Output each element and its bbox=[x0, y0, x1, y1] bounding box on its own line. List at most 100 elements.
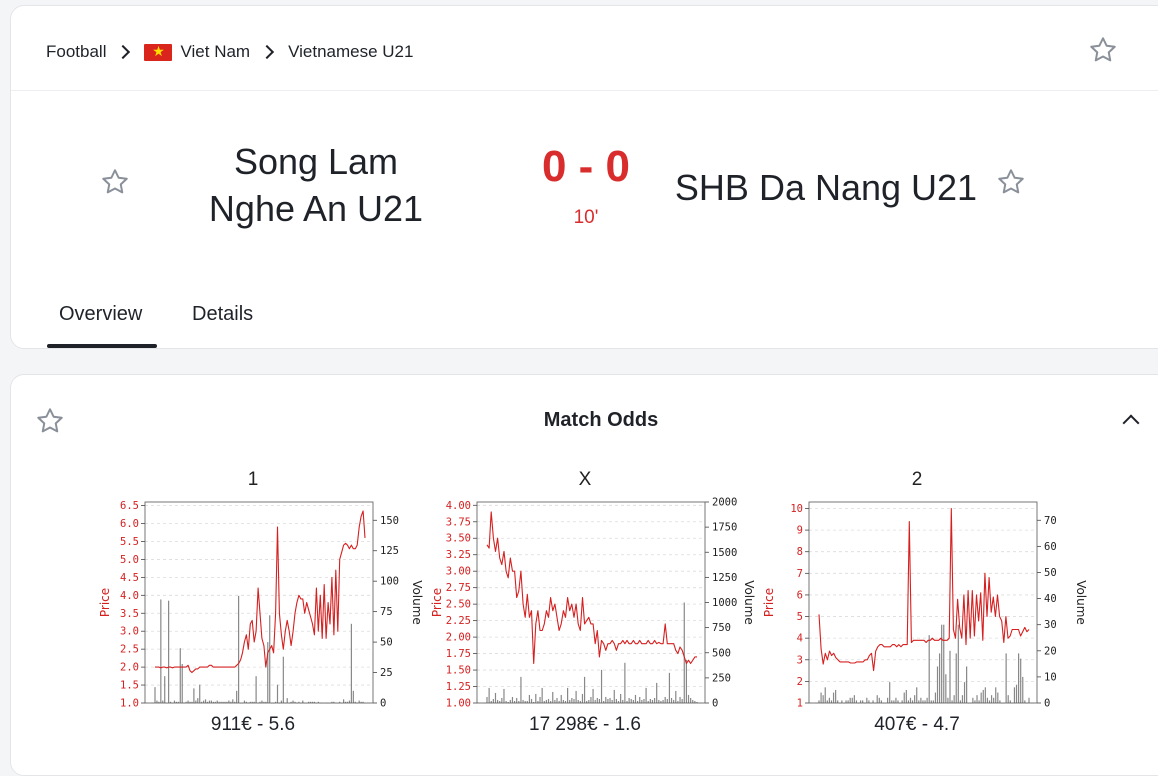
y-axis-label: Price bbox=[430, 588, 444, 617]
header-divider bbox=[11, 90, 1158, 91]
price-volume-chart: 1 2 3 4 5 6 7 8 9 10 0 10 20 30 40 50 60 70 Price Volume bbox=[762, 501, 1088, 710]
volume-bar bbox=[581, 693, 584, 703]
volume-bar bbox=[181, 664, 183, 703]
volume-bar bbox=[639, 696, 641, 703]
volume-bar bbox=[961, 695, 964, 703]
volume-bar bbox=[820, 692, 822, 703]
volume-bar bbox=[887, 697, 889, 703]
breadcrumb-league[interactable]: Vietnamese U21 bbox=[288, 42, 413, 62]
y-tick-label: 3.5 bbox=[120, 608, 139, 620]
volume-bar bbox=[569, 699, 571, 703]
volume-bar bbox=[947, 697, 949, 703]
volume-bar bbox=[573, 698, 575, 703]
volume-bar bbox=[828, 697, 830, 703]
volume-bar bbox=[539, 696, 541, 703]
match-header-card: Football Viet Nam Vietnamese U21 Song La… bbox=[10, 5, 1158, 349]
y2-tick-label: 1750 bbox=[712, 522, 737, 534]
volume-bar bbox=[160, 599, 162, 703]
y-tick-label: 5.0 bbox=[120, 554, 139, 566]
y2-tick-label: 30 bbox=[1044, 619, 1057, 631]
volume-bar bbox=[664, 696, 666, 703]
volume-bar bbox=[503, 688, 505, 703]
y2-tick-label: 0 bbox=[1044, 698, 1050, 710]
volume-bar bbox=[282, 656, 284, 703]
star-outline-icon[interactable] bbox=[996, 167, 1026, 197]
y2-tick-label: 40 bbox=[1044, 593, 1057, 605]
volume-bar bbox=[1018, 653, 1020, 703]
volume-bar bbox=[607, 698, 609, 703]
breadcrumb-country[interactable]: Viet Nam bbox=[180, 42, 250, 62]
volume-bar bbox=[641, 699, 643, 703]
y-tick-label: 3 bbox=[797, 654, 803, 666]
volume-bar bbox=[193, 688, 195, 703]
y-tick-label: 1.25 bbox=[446, 681, 471, 693]
volume-bar bbox=[497, 699, 499, 703]
y-tick-label: 2 bbox=[797, 676, 803, 688]
volume-bar bbox=[649, 698, 651, 703]
y-tick-label: 8 bbox=[797, 546, 803, 558]
volume-bar bbox=[577, 699, 579, 703]
y-tick-label: 3.50 bbox=[446, 533, 471, 545]
volume-bar bbox=[630, 698, 632, 703]
y2-tick-label: 25 bbox=[380, 667, 393, 679]
volume-bar bbox=[286, 698, 288, 703]
volume-bar bbox=[530, 698, 533, 703]
y2-tick-label: 50 bbox=[380, 637, 393, 649]
y-tick-label: 4.5 bbox=[120, 572, 139, 584]
volume-bar bbox=[547, 698, 550, 703]
volume-bar bbox=[889, 682, 891, 703]
y-tick-label: 2.00 bbox=[446, 632, 471, 644]
volume-bar bbox=[673, 699, 675, 703]
y2-tick-label: 10 bbox=[1044, 671, 1057, 683]
star-outline-icon[interactable] bbox=[1088, 35, 1118, 65]
volume-bar bbox=[1028, 697, 1030, 703]
y-tick-label: 7 bbox=[797, 568, 803, 580]
volume-bar bbox=[692, 699, 694, 703]
chevron-right-icon bbox=[260, 44, 275, 60]
y-tick-label: 5 bbox=[797, 611, 803, 623]
star-outline-icon[interactable] bbox=[100, 167, 130, 197]
volume-bar bbox=[594, 699, 596, 703]
y2-tick-label: 0 bbox=[712, 698, 718, 710]
volume-bar bbox=[511, 696, 514, 703]
volume-bar bbox=[1013, 687, 1016, 703]
y-tick-label: 1.00 bbox=[446, 698, 471, 710]
volume-bar bbox=[562, 699, 564, 703]
volume-bar bbox=[255, 676, 257, 703]
tab-details[interactable]: Details bbox=[192, 303, 253, 326]
volume-bar bbox=[690, 697, 692, 703]
volume-bar bbox=[516, 697, 518, 703]
volume-bar bbox=[982, 689, 984, 703]
tab-overview[interactable]: Overview bbox=[59, 303, 142, 326]
volume-bar bbox=[670, 697, 673, 703]
volume-bar bbox=[675, 690, 677, 703]
volume-bar bbox=[905, 689, 907, 703]
y-tick-label: 6 bbox=[797, 589, 803, 601]
breadcrumb: Football Viet Nam Vietnamese U21 bbox=[46, 40, 413, 64]
volume-bar bbox=[634, 694, 637, 703]
volume-bar bbox=[350, 623, 352, 703]
y2-tick-label: 60 bbox=[1044, 541, 1057, 553]
price-volume-chart: 1.00 1.25 1.50 1.75 2.00 2.25 2.50 2.75 3.00 3.25… bbox=[430, 497, 756, 710]
volume-bar bbox=[980, 692, 982, 703]
breadcrumb-sport[interactable]: Football bbox=[46, 42, 106, 62]
volume-bar bbox=[1020, 658, 1022, 703]
volume-bar bbox=[903, 692, 905, 703]
y-tick-label: 2.50 bbox=[446, 599, 471, 611]
volume-bar bbox=[276, 684, 279, 703]
volume-bar bbox=[501, 697, 503, 703]
volume-bar bbox=[685, 659, 687, 703]
volume-bar bbox=[934, 692, 937, 703]
volume-bar bbox=[197, 698, 199, 703]
y-axis-label: Price bbox=[98, 588, 112, 617]
volume-bar bbox=[509, 699, 511, 703]
y-tick-label: 1 bbox=[797, 698, 803, 710]
volume-bar bbox=[488, 687, 490, 703]
volume-bar bbox=[1005, 653, 1007, 703]
chart-caption: 911€ - 5.6 bbox=[210, 714, 296, 735]
chevron-right-icon bbox=[116, 44, 131, 60]
volume-bar bbox=[945, 674, 947, 703]
y-tick-label: 1.0 bbox=[120, 698, 139, 710]
volume-bar bbox=[552, 691, 554, 703]
volume-bar bbox=[853, 695, 855, 703]
